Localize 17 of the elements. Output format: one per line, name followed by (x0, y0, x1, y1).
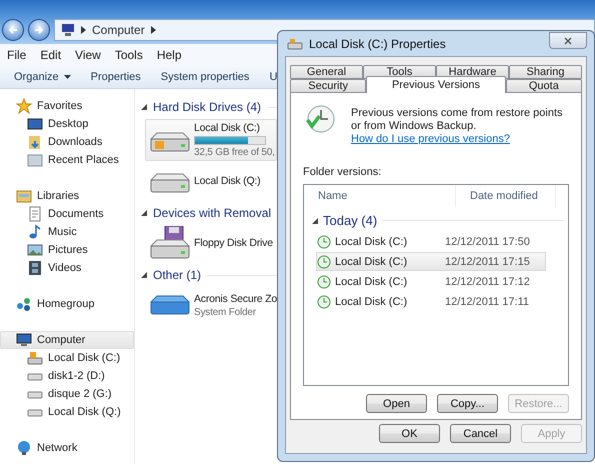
version-date: 12/12/2011 17:12 (445, 276, 530, 288)
version-name: Local Disk (C:) (335, 236, 408, 248)
version-name: Local Disk (C:) (335, 256, 408, 268)
version-name: Local Disk (C:) (335, 296, 408, 308)
version-date: 12/12/2011 17:50 (445, 236, 530, 248)
version-date: 12/12/2011 17:11 (445, 296, 530, 308)
list-label: Folder versions: (303, 166, 382, 178)
drive-name: Floppy Disk Drive (194, 237, 273, 249)
version-date: 12/12/2011 17:15 (445, 256, 530, 268)
version-name: Local Disk (C:) (335, 276, 408, 288)
drive-detail: 32,5 GB free of 50, (194, 147, 275, 158)
window-title: Local Disk (C:) Properties (309, 36, 447, 50)
info-text: Previous versions come from restore points or from Windows Backup. How do I use previous versions? (351, 107, 564, 146)
drive-name: Local Disk (Q:) (194, 175, 260, 187)
drive-name: Acronis Secure Zo (194, 292, 277, 304)
drive-name: Local Disk (C:) (194, 122, 261, 134)
drive-detail: System Folder (194, 306, 257, 318)
